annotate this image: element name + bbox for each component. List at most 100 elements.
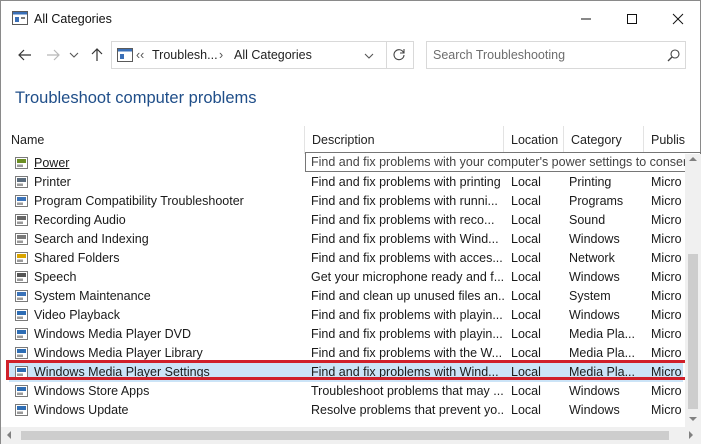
horizontal-scroll-thumb[interactable] <box>21 431 669 440</box>
item-location: Local <box>511 346 541 360</box>
item-name: Speech <box>34 270 77 284</box>
recent-locations-button[interactable] <box>63 44 85 66</box>
item-description: Get your microphone ready and f... <box>311 270 504 284</box>
search-input[interactable]: Search Troubleshooting <box>433 48 565 62</box>
item-description: Resolve problems that prevent yo... <box>311 403 504 417</box>
video-icon <box>15 309 28 321</box>
item-location: Local <box>511 213 541 227</box>
item-location: Local <box>511 251 541 265</box>
item-publisher: Micro <box>651 232 682 246</box>
item-description: Find and fix problems with playin... <box>311 327 503 341</box>
column-header-category[interactable]: Category <box>564 126 644 154</box>
horizontal-scrollbar[interactable] <box>1 427 701 444</box>
control-panel-icon <box>117 48 133 62</box>
item-location: Local <box>511 384 541 398</box>
column-header-name[interactable]: Name <box>4 126 305 154</box>
library-icon <box>15 347 28 359</box>
close-button[interactable] <box>655 1 701 37</box>
printer-icon <box>15 176 28 188</box>
item-name: Windows Media Player DVD <box>34 327 191 341</box>
search-box[interactable]: Search Troubleshooting <box>426 41 686 69</box>
item-description: Find and fix problems with acces... <box>311 251 503 265</box>
item-location: Local <box>511 403 541 417</box>
breadcrumb-overflow[interactable]: ‹‹ <box>136 48 144 62</box>
item-description: Find and fix problems with playin... <box>311 308 503 322</box>
list-item[interactable]: Recording Audio Find and fix problems wit… <box>9 211 683 230</box>
maintenance-icon <box>15 290 28 302</box>
window: All Categories ‹‹ Troublesh... › All Cat… <box>0 0 703 444</box>
tooltip: Find and fix problems with your computer… <box>305 152 703 172</box>
title-bar: All Categories <box>1 1 702 37</box>
item-category: Windows <box>569 232 620 246</box>
list-item[interactable]: Printer Find and fix problems with printi… <box>9 173 683 192</box>
minimize-icon <box>581 18 591 20</box>
up-button[interactable] <box>86 44 108 66</box>
list-item[interactable]: Windows Update Resolve problems that prev… <box>9 401 683 420</box>
control-panel-icon <box>12 11 28 25</box>
maximize-button[interactable] <box>609 1 655 37</box>
list-item[interactable]: Windows Media Player DVD Find and fix pro… <box>9 325 683 344</box>
scroll-down-icon[interactable] <box>689 416 697 422</box>
list-item[interactable]: Program Compatibility Troubleshooter Find… <box>9 192 683 211</box>
address-divider <box>386 42 387 68</box>
address-dropdown-icon[interactable] <box>364 52 374 60</box>
column-header-publisher[interactable]: Publis <box>644 126 702 154</box>
item-description: Troubleshoot problems that may ... <box>311 384 504 398</box>
list-item[interactable]: Search and Indexing Find and fix problems… <box>9 230 683 249</box>
list-item[interactable]: System Maintenance Find and clean up unus… <box>9 287 683 306</box>
up-arrow-icon <box>91 48 103 61</box>
item-name: Shared Folders <box>34 251 120 265</box>
minimize-button[interactable] <box>563 1 609 37</box>
item-category: Windows <box>569 403 620 417</box>
item-location: Local <box>511 194 541 208</box>
refresh-icon[interactable] <box>392 48 406 62</box>
search-icon <box>15 233 28 245</box>
breadcrumb-all-categories[interactable]: All Categories <box>234 48 312 62</box>
item-description: Find and fix problems with Wind... <box>311 232 499 246</box>
item-description: Find and fix problems with runni... <box>311 194 498 208</box>
item-name: Windows Store Apps <box>34 384 150 398</box>
item-name: Power <box>34 156 70 170</box>
forward-button[interactable] <box>42 44 64 66</box>
column-header-location[interactable]: Location <box>504 126 564 154</box>
breadcrumb-troubleshooting[interactable]: Troublesh... <box>152 48 218 62</box>
list-item[interactable]: Speech Get your microphone ready and f...… <box>9 268 683 287</box>
list-item[interactable]: Video Playback Find and fix problems with… <box>9 306 683 325</box>
item-name: Program Compatibility Troubleshooter <box>34 194 244 208</box>
power-icon <box>15 157 28 169</box>
item-location: Local <box>511 175 541 189</box>
item-name: Windows Media Player Library <box>34 346 203 360</box>
address-bar[interactable]: ‹‹ Troublesh... › All Categories <box>111 41 414 69</box>
item-publisher: Micro <box>651 194 682 208</box>
scroll-left-icon[interactable] <box>6 431 12 439</box>
highlight-box <box>6 360 688 380</box>
folder-icon <box>15 252 28 264</box>
list-item[interactable]: Shared Folders Find and fix problems with… <box>9 249 683 268</box>
dvd-icon <box>15 328 28 340</box>
search-icon[interactable] <box>667 49 680 62</box>
scroll-up-icon[interactable] <box>689 156 697 162</box>
vertical-scroll-thumb[interactable] <box>688 254 698 409</box>
forward-arrow-icon <box>47 49 60 61</box>
window-title: All Categories <box>34 12 112 26</box>
column-header-description[interactable]: Description <box>305 126 504 154</box>
back-button[interactable] <box>14 44 36 66</box>
maximize-icon <box>627 14 637 24</box>
update-icon <box>15 404 28 416</box>
item-category: Sound <box>569 213 606 227</box>
item-publisher: Micro <box>651 403 682 417</box>
chevron-down-icon <box>69 52 79 58</box>
item-description: Find and fix problems with reco... <box>311 213 495 227</box>
item-publisher: Micro <box>651 270 682 284</box>
item-description: Find and clean up unused files an... <box>311 289 504 303</box>
item-name: Windows Update <box>34 403 129 417</box>
item-category: System <box>569 289 611 303</box>
item-location: Local <box>511 289 541 303</box>
program-icon <box>15 195 28 207</box>
item-name: Printer <box>34 175 71 189</box>
item-publisher: Micro <box>651 384 682 398</box>
list-item[interactable]: Windows Store Apps Troubleshoot problems … <box>9 382 683 401</box>
item-publisher: Micro <box>651 213 682 227</box>
scroll-right-icon[interactable] <box>688 431 694 439</box>
vertical-scrollbar[interactable] <box>685 154 701 427</box>
